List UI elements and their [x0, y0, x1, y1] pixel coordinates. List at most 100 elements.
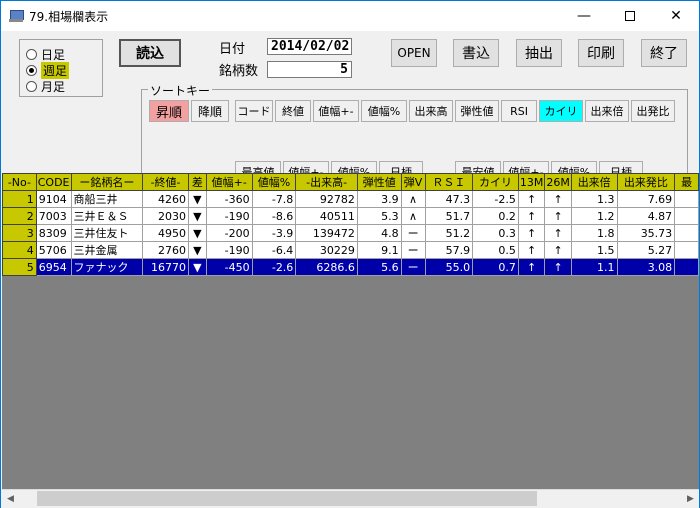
- scroll-thumb[interactable]: [37, 491, 537, 506]
- sort-volume-start-ratio-button[interactable]: 出発比: [631, 100, 675, 122]
- date-field[interactable]: 2014/02/02: [267, 38, 352, 55]
- table-cell: 商船三井: [70, 190, 144, 208]
- table-row[interactable]: 2 7003 三井Ｅ＆Ｓ 2030 ▼ -190 -8.6 40511 5.3 ∧ 51.7 0.2 ↑…: [2, 207, 699, 225]
- table-cell: 4: [2, 241, 37, 259]
- sort-volume-ratio-button[interactable]: 出来倍: [585, 100, 629, 122]
- table-cell: 2760: [142, 241, 189, 259]
- table-cell: ー: [400, 224, 426, 242]
- table-cell: 1.2: [570, 207, 618, 225]
- sort-close-button[interactable]: 終値: [275, 100, 311, 122]
- table-cell: 5.3: [356, 207, 402, 225]
- radio-circle-icon: [26, 48, 37, 60]
- col-header[interactable]: 最: [674, 173, 699, 191]
- sort-volume-button[interactable]: 出来高: [409, 100, 453, 122]
- open-button[interactable]: OPEN: [391, 39, 437, 67]
- count-field[interactable]: 5: [267, 61, 352, 78]
- col-header[interactable]: -終値-: [142, 173, 189, 191]
- sort-change-button[interactable]: 値幅+-: [313, 100, 359, 122]
- table-cell: -8.6: [251, 207, 297, 225]
- table-cell: 1: [2, 190, 37, 208]
- table-cell: -3.9: [251, 224, 297, 242]
- sort-rsi-button[interactable]: RSI: [501, 100, 537, 122]
- table-cell: -2.6: [251, 258, 297, 276]
- horizontal-scrollbar[interactable]: ◀ ▶: [2, 489, 699, 506]
- window-title: 79.相場欄表示: [29, 9, 109, 24]
- col-header[interactable]: 出来倍: [570, 173, 618, 191]
- radio-daily[interactable]: 日足: [26, 46, 65, 62]
- col-header[interactable]: 値幅+-: [205, 173, 253, 191]
- table-cell: [674, 190, 699, 208]
- table-cell: 0.2: [472, 207, 519, 225]
- col-header[interactable]: -No-: [2, 173, 37, 191]
- period-radio-group: 日足 週足 月足: [19, 39, 103, 97]
- col-header[interactable]: -出来高-: [295, 173, 358, 191]
- table-cell: ∧: [400, 190, 426, 208]
- descending-button[interactable]: 降順: [191, 100, 229, 122]
- table-cell: ↑: [544, 224, 572, 242]
- table-cell: 7003: [35, 207, 72, 225]
- col-header[interactable]: 出来発比: [616, 173, 676, 191]
- col-header[interactable]: CODE: [35, 173, 72, 191]
- load-button[interactable]: 読込: [119, 39, 181, 67]
- write-button[interactable]: 書込: [453, 39, 499, 67]
- table-cell: -6.4: [251, 241, 297, 259]
- table-cell: 1.1: [570, 258, 618, 276]
- col-header[interactable]: 13M: [517, 173, 546, 191]
- table-cell: -7.8: [251, 190, 297, 208]
- sort-change-pct-button[interactable]: 値幅%: [361, 100, 407, 122]
- table-cell: 5706: [35, 241, 72, 259]
- col-header[interactable]: 弾性値: [356, 173, 402, 191]
- col-header[interactable]: ー銘柄名ー: [70, 173, 144, 191]
- minimize-icon[interactable]: —: [561, 1, 607, 31]
- sort-code-button[interactable]: コード: [235, 100, 273, 122]
- radio-label: 週足: [41, 61, 70, 79]
- count-label: 銘柄数: [219, 64, 259, 79]
- col-header[interactable]: 26M: [544, 173, 572, 191]
- maximize-icon[interactable]: [607, 1, 653, 31]
- col-header[interactable]: 値幅%: [251, 173, 297, 191]
- col-header[interactable]: 差: [187, 173, 207, 191]
- table-cell: [674, 224, 699, 242]
- ascending-button[interactable]: 昇順: [149, 100, 189, 122]
- scroll-right-icon[interactable]: ▶: [682, 490, 699, 507]
- sort-key-legend: ソートキー: [148, 82, 213, 99]
- table-cell: 1.8: [570, 224, 618, 242]
- col-header[interactable]: ＲＳＩ: [424, 173, 474, 191]
- scroll-left-icon[interactable]: ◀: [2, 490, 19, 507]
- table-cell: [674, 241, 699, 259]
- table-cell: 8309: [35, 224, 72, 242]
- table-cell: ▼: [187, 190, 207, 208]
- extract-button[interactable]: 抽出: [516, 39, 562, 67]
- data-grid[interactable]: -No- CODE ー銘柄名ー -終値- 差 値幅+- 値幅% -出来高- 弾性…: [2, 173, 699, 489]
- table-cell: 5.27: [616, 241, 676, 259]
- sort-elasticity-button[interactable]: 弾性値: [455, 100, 499, 122]
- table-cell: ↑: [517, 224, 546, 242]
- table-cell: 40511: [295, 207, 358, 225]
- table-cell: 9.1: [356, 241, 402, 259]
- table-cell: ↑: [544, 258, 572, 276]
- sort-deviation-button[interactable]: カイリ: [539, 100, 583, 122]
- table-row[interactable]: 3 8309 三井住友ト 4950 ▼ -200 -3.9 139472 4.8 ー 51.2 0.3…: [2, 224, 699, 242]
- table-cell: ▼: [187, 241, 207, 259]
- table-cell: 5: [2, 258, 37, 276]
- exit-button[interactable]: 終了: [641, 39, 687, 67]
- table-cell: 4.8: [356, 224, 402, 242]
- table-row[interactable]: 5 6954 ファナック 16770 ▼ -450 -2.6 6286.6 5.6 ー 55.0 0.…: [2, 258, 699, 276]
- table-cell: 7.69: [616, 190, 676, 208]
- table-cell: 47.3: [424, 190, 474, 208]
- close-icon[interactable]: ✕: [653, 1, 699, 31]
- table-cell: ↑: [517, 207, 546, 225]
- table-row[interactable]: 4 5706 三井金属 2760 ▼ -190 -6.4 30229 9.1 ー 57.9 0.5 ↑ ↑…: [2, 241, 699, 259]
- radio-weekly[interactable]: 週足: [26, 61, 70, 79]
- table-cell: ファナック: [70, 258, 144, 276]
- print-button[interactable]: 印刷: [578, 39, 624, 67]
- col-header[interactable]: 弾V: [400, 173, 426, 191]
- table-cell: 55.0: [424, 258, 474, 276]
- main-window: 79.相場欄表示 — ✕ 日足 週足 月足 読込 日付 2014/02/02 銘…: [0, 0, 700, 508]
- radio-monthly[interactable]: 月足: [26, 78, 65, 94]
- table-row[interactable]: 1 9104 商船三井 4260 ▼ -360 -7.8 92782 3.9 ∧ 47.3 -2.5 ↑…: [2, 190, 699, 208]
- table-cell: ↑: [517, 258, 546, 276]
- table-cell: 三井Ｅ＆Ｓ: [70, 207, 144, 225]
- app-icon: [9, 9, 24, 23]
- col-header[interactable]: カイリ: [472, 173, 519, 191]
